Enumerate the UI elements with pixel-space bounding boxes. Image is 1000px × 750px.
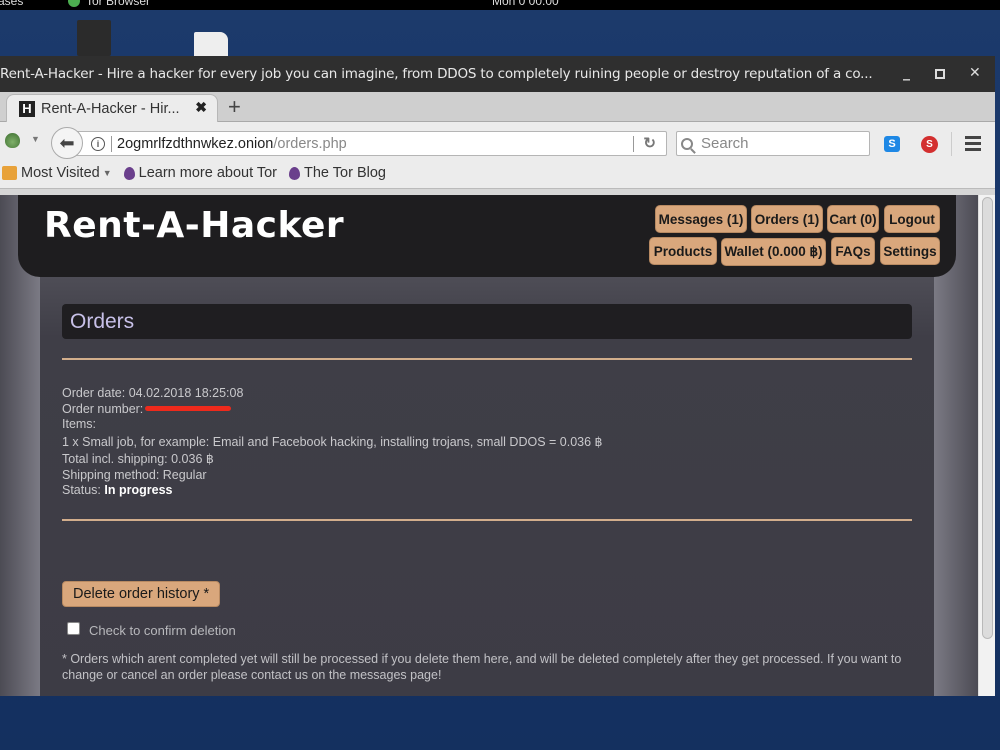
search-placeholder: Search: [701, 135, 749, 152]
tab-label: Rent-A-Hacker - Hir...: [41, 100, 180, 117]
nav-settings-button[interactable]: Settings: [880, 237, 940, 265]
orders-panel: Orders Order date: 04.02.2018 18:25:08 O…: [40, 277, 934, 696]
system-activities-label[interactable]: ases: [0, 0, 23, 8]
delete-order-history-button[interactable]: Delete order history *: [62, 581, 221, 607]
site-header: Rent-A-Hacker Messages (1) Orders (1) Ca…: [18, 195, 956, 277]
nav-faqs-button[interactable]: FAQs: [831, 237, 875, 265]
back-arrow-icon: ⬅: [59, 132, 75, 153]
bookmark-label: Most Visited: [21, 165, 100, 181]
bookmark-label: Learn more about Tor: [138, 165, 278, 181]
site-logo[interactable]: Rent-A-Hacker: [44, 205, 344, 246]
nav-messages-button[interactable]: Messages (1): [655, 205, 747, 233]
status-badge: In progress: [104, 483, 173, 497]
noscript-icon[interactable]: S: [921, 136, 938, 153]
browser-window: Rent-A-Hacker - Hire a hacker for every …: [0, 56, 995, 696]
url-bar[interactable]: i 2ogmrlfzdthnwkez.onion/orders.php ↻: [72, 131, 667, 156]
confirm-deletion-field[interactable]: Check to confirm deletion: [67, 622, 236, 638]
vertical-scrollbar[interactable]: [978, 195, 995, 696]
page-title: Orders: [62, 304, 912, 339]
bookmark-label: The Tor Blog: [304, 165, 386, 181]
confirm-deletion-label: Check to confirm deletion: [89, 623, 236, 638]
desktop-document-icon[interactable]: [194, 32, 228, 56]
search-input[interactable]: Search: [676, 131, 870, 156]
confirm-deletion-checkbox[interactable]: [67, 622, 80, 635]
url-path: /orders.php: [273, 135, 347, 152]
items-label: Items:: [62, 417, 97, 431]
system-app-label: Tor Browser: [86, 0, 151, 8]
window-title: Rent-A-Hacker - Hire a hacker for every …: [0, 66, 873, 82]
deletion-footnote: * Orders which arent completed yet will …: [62, 652, 902, 682]
extension-s-icon[interactable]: S: [884, 136, 900, 152]
menu-hamburger-icon[interactable]: [965, 136, 981, 154]
divider-bottom: [62, 519, 912, 521]
order-item: 1 x Small job, for example: Email and Fa…: [62, 434, 603, 449]
tor-onion-icon[interactable]: [5, 133, 20, 148]
order-total-value: 0.036 ฿: [171, 452, 214, 466]
divider-top: [62, 358, 912, 360]
nav-logout-button[interactable]: Logout: [884, 205, 940, 233]
url-host: 2ogmrlfzdthnwkez.onion: [117, 135, 274, 152]
nav-cart-button[interactable]: Cart (0): [827, 205, 879, 233]
close-window-icon[interactable]: ✕: [969, 65, 981, 81]
order-number-row: Order number:: [62, 402, 603, 418]
navigation-toolbar: ▼ ⬅ i 2ogmrlfzdthnwkez.onion/orders.php …: [0, 122, 995, 159]
order-total-row: Total incl. shipping: 0.036 ฿: [62, 452, 603, 468]
order-number-redaction: [145, 405, 232, 411]
order-total-label: Total incl. shipping:: [62, 452, 168, 466]
site-info-icon[interactable]: i: [91, 136, 105, 151]
system-app-menu[interactable]: Tor Browser: [68, 0, 150, 8]
order-date-label: Order date:: [62, 386, 126, 400]
onion-dropdown-icon[interactable]: ▼: [31, 134, 40, 144]
order-number-label: Order number:: [62, 401, 144, 416]
nav-wallet-button[interactable]: Wallet (0.000 ฿): [721, 238, 826, 266]
shipping-method-row: Shipping method: Regular: [62, 468, 603, 484]
nav-products-button[interactable]: Products: [649, 237, 717, 265]
nav-orders-button[interactable]: Orders (1): [751, 205, 823, 233]
shipping-method-value: Regular: [162, 467, 207, 482]
tab-close-icon[interactable]: ✖: [195, 99, 207, 116]
back-button[interactable]: ⬅: [51, 127, 83, 159]
order-date-row: Order date: 04.02.2018 18:25:08: [62, 386, 603, 402]
tor-onion-icon: [123, 166, 135, 180]
system-clock[interactable]: Mon 0 00:00: [492, 0, 559, 8]
status-label: Status:: [62, 483, 101, 497]
shipping-method-label: Shipping method:: [62, 467, 160, 482]
minimize-icon[interactable]: _: [903, 65, 910, 81]
tor-app-icon: [68, 0, 80, 7]
bookmark-tor-blog[interactable]: The Tor Blog: [287, 165, 386, 181]
order-details: Order date: 04.02.2018 18:25:08 Order nu…: [62, 386, 603, 499]
desktop-file-icon[interactable]: [77, 20, 111, 56]
site-favicon-icon: H: [19, 100, 35, 117]
bookmark-learn-more-tor[interactable]: Learn more about Tor: [122, 165, 277, 181]
system-top-bar: ases Tor Browser Mon 0 00:00: [0, 0, 1000, 10]
scrollbar-thumb[interactable]: [982, 197, 993, 639]
status-row: Status: In progress: [62, 483, 603, 499]
chevron-down-icon: ▼: [102, 168, 112, 178]
tab-strip: H Rent-A-Hacker - Hir... ✖ +: [0, 92, 995, 122]
order-date-value: 04.02.2018 18:25:08: [128, 386, 244, 400]
url-separator: [111, 135, 112, 152]
search-icon: [681, 137, 693, 150]
bookmark-most-visited[interactable]: Most Visited ▼: [2, 165, 112, 181]
tab-rent-a-hacker[interactable]: H Rent-A-Hacker - Hir... ✖: [6, 94, 218, 122]
maximize-icon[interactable]: [935, 69, 945, 79]
folder-icon: [2, 166, 17, 180]
toolbar-divider: [951, 132, 952, 156]
url-separator-right: [633, 136, 634, 152]
page-content: Rent-A-Hacker Messages (1) Orders (1) Ca…: [0, 195, 978, 696]
new-tab-button[interactable]: +: [228, 94, 241, 120]
bookmarks-toolbar: Most Visited ▼ Learn more about Tor The …: [0, 158, 995, 189]
window-titlebar[interactable]: Rent-A-Hacker - Hire a hacker for every …: [0, 56, 995, 92]
tor-onion-icon: [289, 166, 301, 180]
reload-icon[interactable]: ↻: [643, 134, 656, 152]
